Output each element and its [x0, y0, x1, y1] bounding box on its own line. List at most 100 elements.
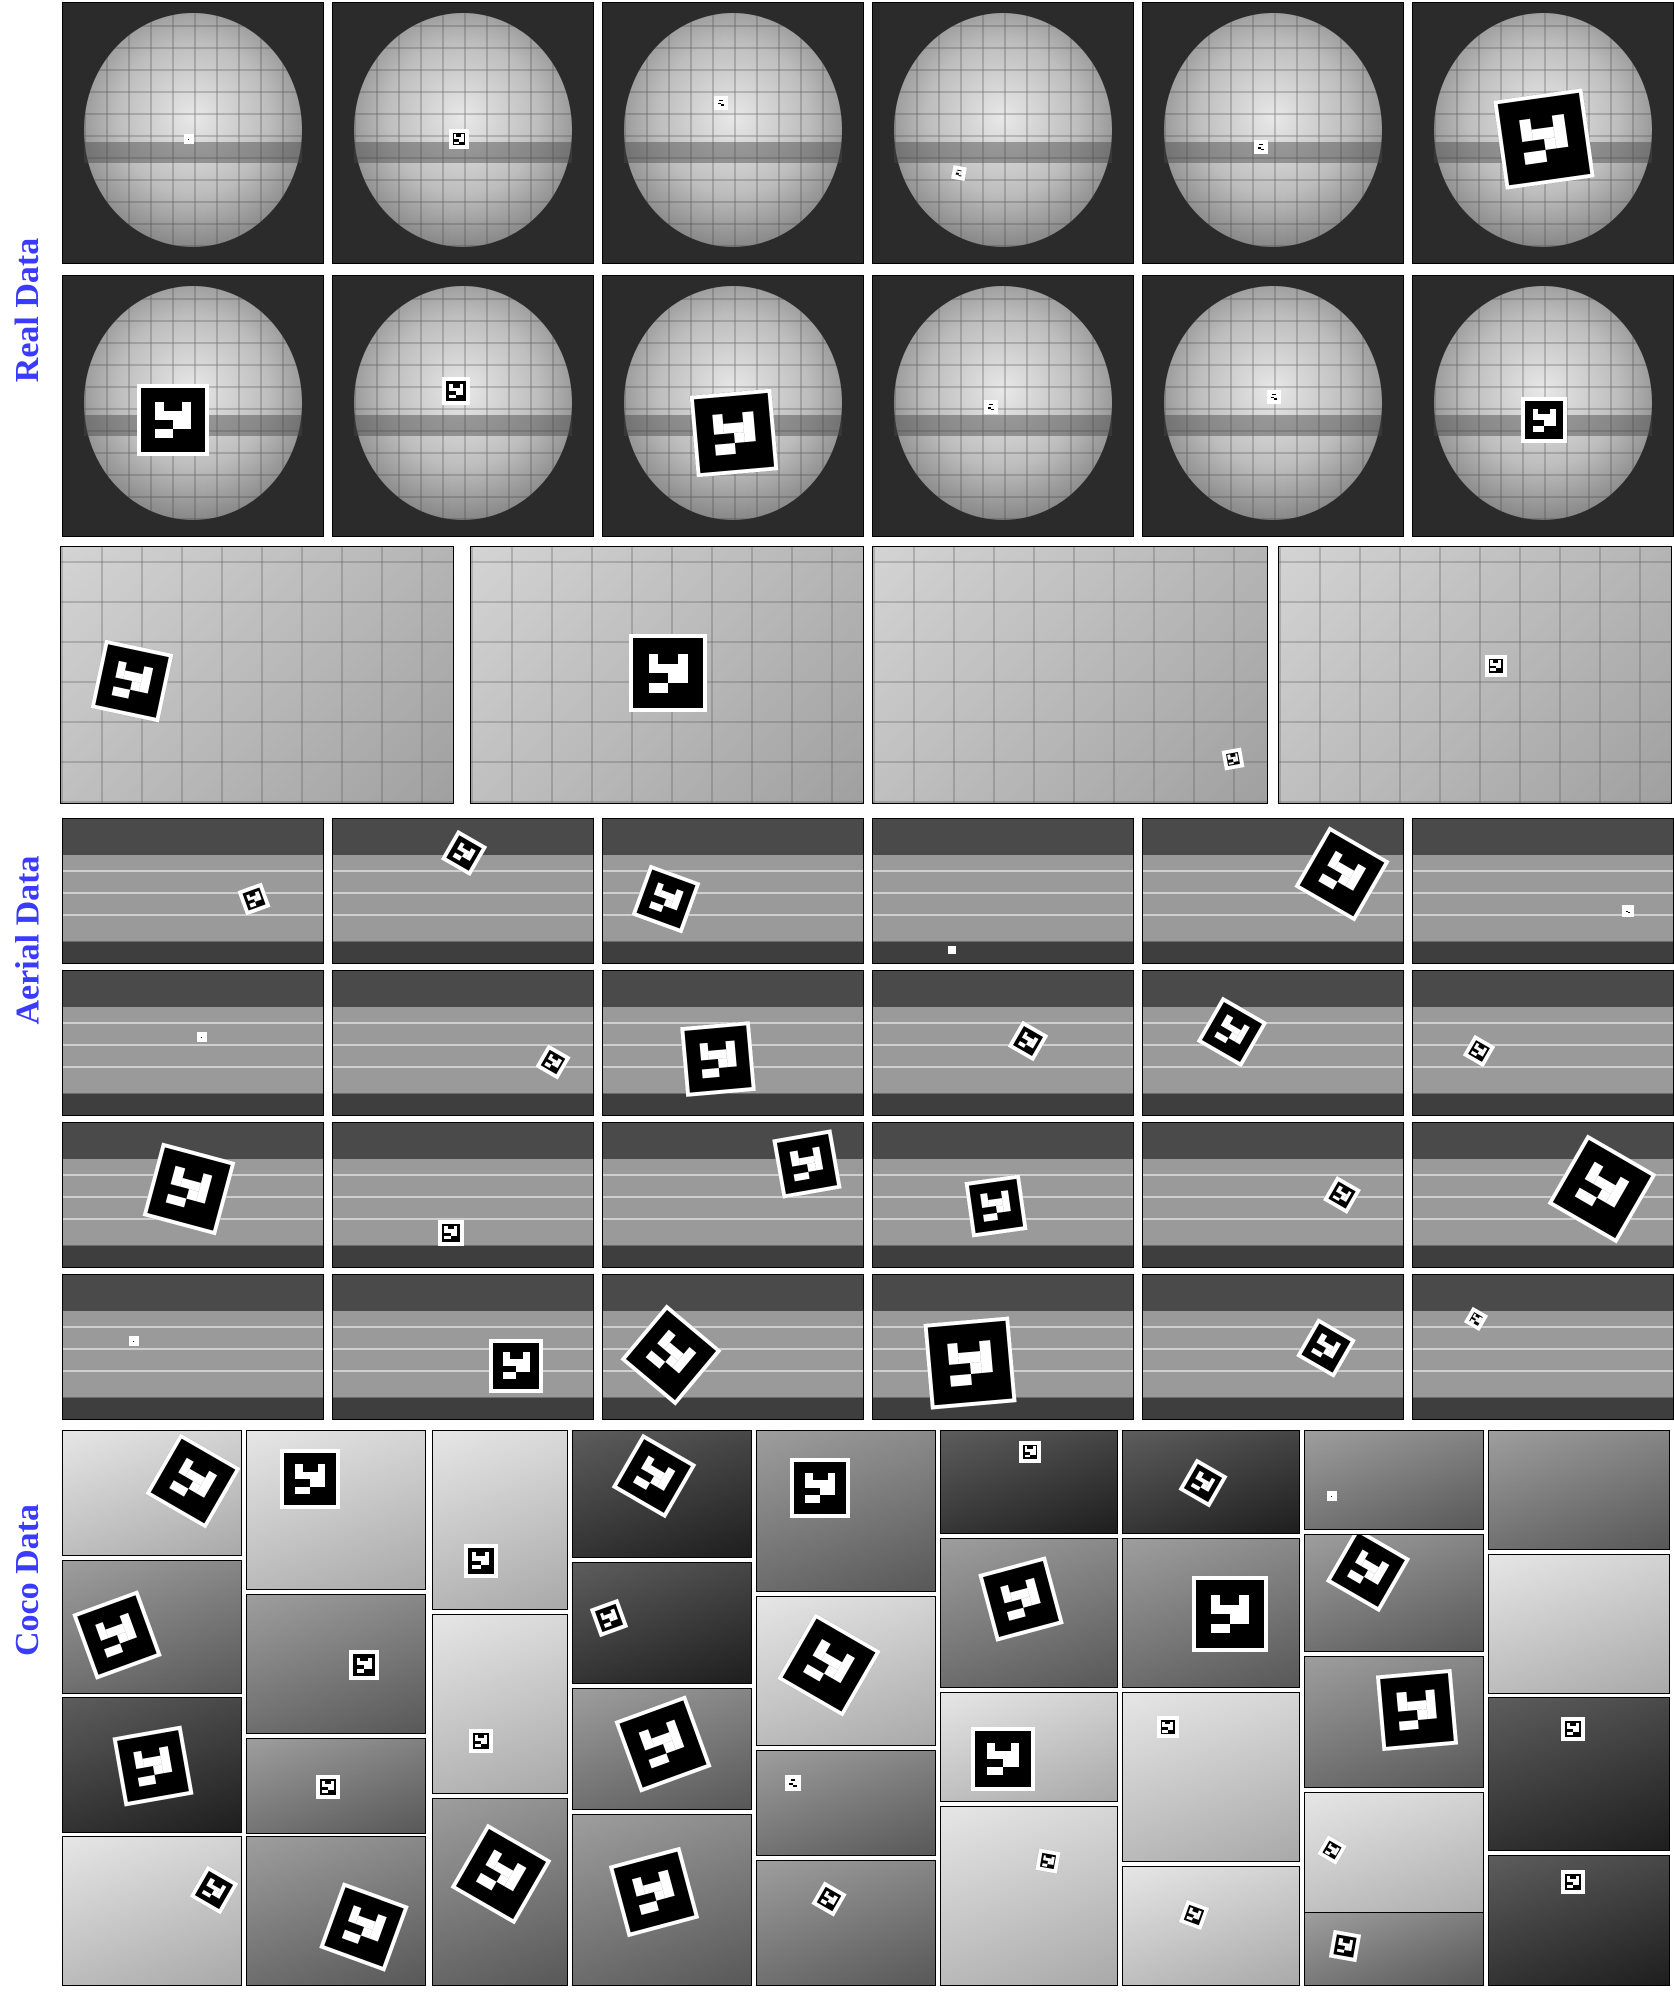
fiducial-marker-icon	[1178, 1899, 1210, 1931]
coco-image	[1122, 1866, 1300, 1986]
coco-image	[62, 1836, 242, 1986]
fiducial-marker-icon	[790, 1457, 850, 1518]
fisheye-image	[332, 2, 594, 264]
fisheye-image	[872, 2, 1134, 264]
coco-image	[62, 1560, 242, 1694]
fiducial-marker-icon	[1267, 389, 1281, 404]
fiducial-marker-icon	[1221, 746, 1245, 771]
fisheye-image	[62, 2, 324, 264]
aerial-image	[872, 1122, 1134, 1268]
wide-crop-image	[470, 546, 864, 804]
aerial-image	[332, 818, 594, 964]
coco-image	[246, 1738, 426, 1834]
wide-crop-image	[1278, 546, 1672, 804]
fiducial-marker-icon	[1316, 1835, 1348, 1866]
fiducial-marker-icon	[1493, 88, 1595, 191]
coco-image	[1304, 1656, 1484, 1788]
aerial-image	[332, 1122, 594, 1268]
coco-image	[246, 1836, 426, 1986]
aerial-image	[872, 970, 1134, 1116]
fiducial-marker-icon	[450, 1823, 552, 1925]
fiducial-marker-icon	[713, 95, 728, 110]
fisheye-image	[1412, 2, 1674, 264]
fisheye-image	[872, 275, 1134, 537]
fiducial-marker-icon	[1621, 904, 1634, 917]
fiducial-marker-icon	[237, 882, 271, 916]
aerial-image	[332, 970, 594, 1116]
fiducial-marker-icon	[785, 1774, 801, 1791]
coco-image	[756, 1430, 936, 1592]
coco-image	[756, 1860, 936, 1986]
fiducial-marker-icon	[316, 1775, 340, 1799]
coco-image	[940, 1806, 1118, 1986]
fiducial-marker-icon	[1253, 140, 1268, 155]
fiducial-marker-icon	[1019, 1440, 1041, 1463]
coco-image	[1304, 1792, 1484, 1928]
label-aerial-data: Aerial Data	[9, 855, 47, 1025]
aerial-image	[1142, 1122, 1404, 1268]
aerial-image	[602, 970, 864, 1116]
fiducial-marker-icon	[319, 1882, 409, 1972]
fiducial-marker-icon	[196, 1031, 207, 1042]
coco-image	[1122, 1430, 1300, 1534]
fiducial-marker-icon	[142, 1142, 236, 1236]
coco-image	[432, 1614, 568, 1794]
fiducial-marker-icon	[72, 1589, 162, 1680]
fisheye-image	[1142, 275, 1404, 537]
fiducial-marker-icon	[923, 1316, 1017, 1410]
fiducial-marker-icon	[1328, 1930, 1361, 1963]
fiducial-marker-icon	[1560, 1716, 1585, 1741]
aerial-image	[1142, 1274, 1404, 1420]
fiducial-marker-icon	[1484, 654, 1507, 677]
fiducial-marker-icon	[629, 634, 707, 713]
aerial-image	[62, 818, 324, 964]
aerial-image	[62, 1274, 324, 1420]
fiducial-marker-icon	[1462, 1034, 1495, 1068]
fiducial-marker-icon	[608, 1847, 700, 1938]
aerial-image	[62, 970, 324, 1116]
coco-image	[432, 1430, 568, 1610]
aerial-image	[1412, 1122, 1674, 1268]
coco-image	[572, 1562, 752, 1684]
fiducial-marker-icon	[777, 1612, 881, 1717]
fiducial-marker-icon	[1007, 1020, 1049, 1062]
aerial-image	[872, 818, 1134, 964]
wide-crop-image	[60, 546, 454, 804]
fiducial-marker-icon	[983, 400, 998, 414]
coco-image	[1304, 1534, 1484, 1652]
fiducial-marker-icon	[964, 1174, 1028, 1238]
fiducial-marker-icon	[468, 1729, 493, 1753]
coco-image	[432, 1798, 568, 1986]
fiducial-marker-icon	[1521, 397, 1567, 444]
aerial-image	[602, 1122, 864, 1268]
aerial-image	[1412, 1274, 1674, 1420]
coco-image	[1488, 1855, 1670, 1986]
fiducial-marker-icon	[112, 1725, 194, 1807]
fiducial-marker-icon	[1327, 1491, 1337, 1501]
coco-image	[1122, 1538, 1300, 1688]
coco-image	[1488, 1554, 1670, 1694]
fiducial-marker-icon	[631, 864, 701, 934]
fiducial-marker-icon	[489, 1338, 544, 1393]
fiducial-marker-icon	[280, 1449, 340, 1509]
coco-image	[1304, 1912, 1484, 1986]
coco-image	[246, 1594, 426, 1734]
coco-image	[1122, 1692, 1300, 1862]
fiducial-marker-icon	[440, 829, 488, 876]
coco-image	[62, 1697, 242, 1833]
fiducial-marker-icon	[189, 1864, 239, 1915]
fiducial-marker-icon	[144, 1433, 241, 1530]
fiducial-marker-icon	[437, 1219, 464, 1246]
fiducial-marker-icon	[1322, 1175, 1362, 1214]
aerial-image	[1412, 818, 1674, 964]
fiducial-marker-icon	[1560, 1870, 1585, 1895]
fiducial-marker-icon	[137, 384, 210, 457]
fiducial-marker-icon	[971, 1727, 1036, 1791]
fiducial-marker-icon	[1178, 1458, 1228, 1508]
aerial-image	[602, 818, 864, 964]
coco-image	[246, 1430, 426, 1590]
fiducial-marker-icon	[1196, 996, 1268, 1068]
fiducial-marker-icon	[183, 134, 194, 145]
fisheye-image	[602, 275, 864, 537]
wide-crop-image	[872, 546, 1268, 804]
